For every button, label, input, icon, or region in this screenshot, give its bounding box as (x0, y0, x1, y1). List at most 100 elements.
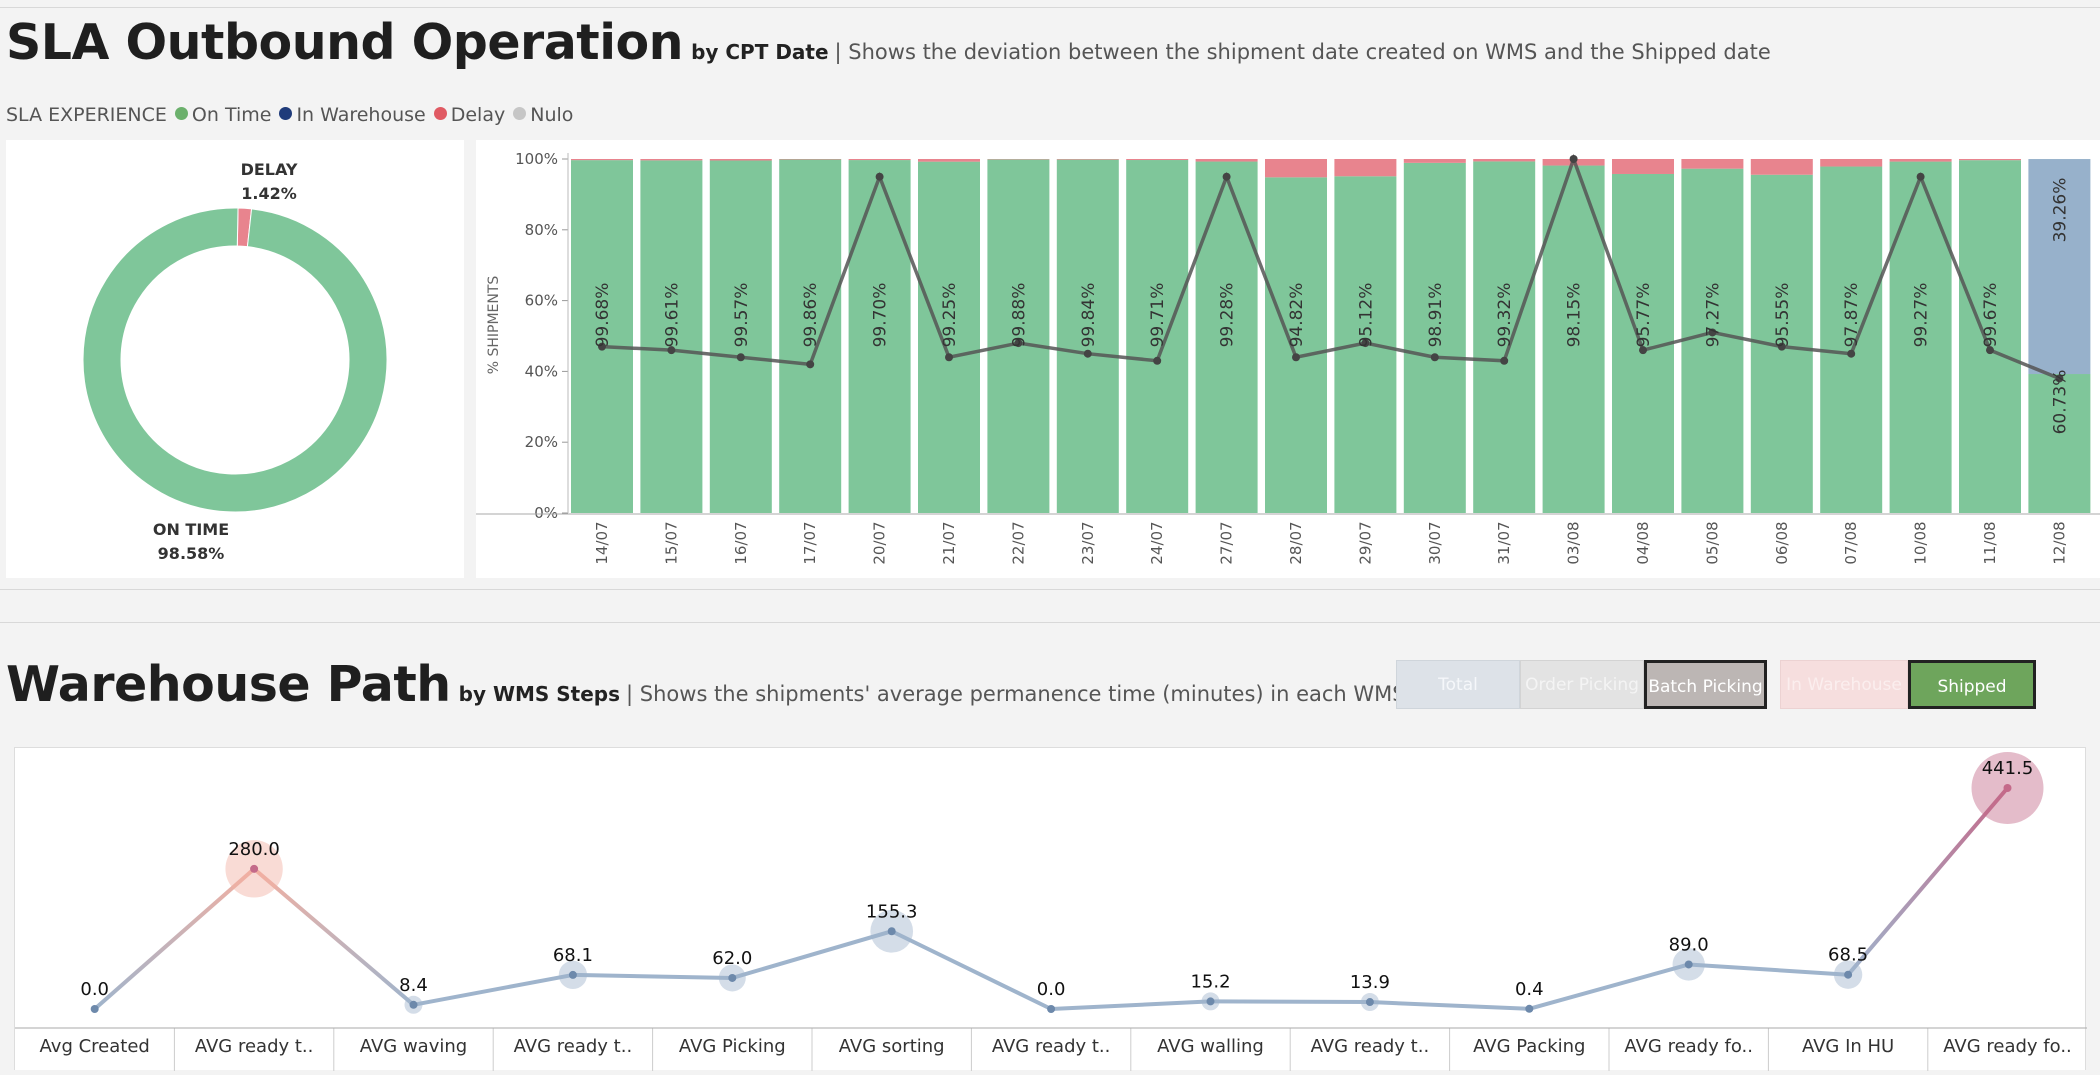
bar-segment-delay[interactable] (1404, 159, 1466, 163)
trend-point[interactable] (1292, 353, 1300, 361)
bar-segment-delay[interactable] (640, 159, 702, 160)
y-tick-label: 0% (534, 504, 558, 522)
x-tick-label: 29/07 (1356, 521, 1374, 564)
x-tick-label: 07/08 (1842, 521, 1860, 564)
warehouse-path-chart: 0.0280.08.468.162.0155.30.015.213.90.489… (15, 748, 2087, 1071)
bar-segment-delay[interactable] (571, 159, 633, 160)
bar-segment-delay[interactable] (1612, 159, 1674, 174)
bar-segment-delay[interactable] (1057, 159, 1119, 160)
filter-order-picking[interactable]: Order Picking (1520, 660, 1644, 709)
x-tick-label: 04/08 (1634, 521, 1652, 564)
section-sla-title-row: SLA Outbound Operationby CPT Date| Shows… (6, 14, 1771, 71)
legend-item-in-warehouse[interactable]: In Warehouse (296, 104, 425, 126)
trend-point[interactable] (1084, 350, 1092, 358)
legend-item-on-time[interactable]: On Time (192, 104, 272, 126)
x-tick-label: 06/08 (1773, 521, 1791, 564)
path-segment (254, 869, 413, 1005)
bar-value-label: 99.27% (1912, 283, 1932, 348)
x-tick-label: 03/08 (1565, 521, 1583, 564)
trend-point[interactable] (1500, 357, 1508, 365)
filter-shipped[interactable]: Shipped (1908, 660, 2036, 709)
bar-segment-delay[interactable] (710, 159, 772, 161)
y-tick-label: 80% (525, 221, 558, 239)
stacked-bar-chart: 0%20%40%60%80%100% 99.68%99.61%99.57%99.… (476, 140, 2100, 578)
trend-point[interactable] (1223, 173, 1231, 181)
step-point[interactable] (728, 974, 736, 982)
bar-value-label: 99.25% (940, 283, 960, 348)
x-tick-label: 14/07 (593, 521, 611, 564)
step-point[interactable] (569, 971, 577, 979)
bar-value-label: 95.77% (1634, 283, 1654, 348)
section2-by-label: by WMS Steps (459, 682, 620, 706)
trend-point[interactable] (737, 353, 745, 361)
bar-segment-delay[interactable] (849, 159, 911, 160)
filter-batch-picking[interactable]: Batch Picking (1644, 660, 1767, 709)
bar-y-axis-title: % SHIPMENTS (486, 276, 502, 375)
bar-value-label: 95.55% (1773, 283, 1793, 348)
step-point[interactable] (1366, 998, 1374, 1006)
step-value-label: 8.4 (399, 975, 428, 996)
section-divider-1 (0, 589, 2100, 590)
step-point[interactable] (1047, 1005, 1055, 1013)
donut-value-on-time: 98.58% (158, 544, 225, 563)
legend-item-nulo[interactable]: Nulo (530, 104, 573, 126)
step-point[interactable] (888, 927, 896, 935)
step-point[interactable] (1525, 1005, 1533, 1013)
title-subtitle: | Shows the deviation between the shipme… (835, 40, 1771, 64)
step-point[interactable] (2004, 784, 2012, 792)
step-value-label: 280.0 (228, 839, 280, 860)
section-divider-2 (0, 622, 2100, 623)
bar-segment-delay[interactable] (1959, 159, 2021, 160)
step-point[interactable] (1207, 997, 1215, 1005)
path-segment (1848, 788, 2007, 975)
x-tick-label: 27/07 (1218, 521, 1236, 564)
path-segment (892, 931, 1051, 1009)
step-category-label: AVG ready t.. (992, 1036, 1111, 1057)
x-tick-label: 17/07 (801, 521, 819, 564)
bar-segment-delay[interactable] (1751, 159, 1813, 175)
step-category-label: AVG ready t.. (195, 1036, 314, 1057)
bar-value-label: 99.61% (662, 283, 682, 348)
legend-dot-nulo (513, 107, 526, 120)
trend-point[interactable] (1570, 155, 1578, 163)
bar-segment-delay[interactable] (1196, 159, 1258, 162)
filter-total[interactable]: Total (1396, 660, 1520, 709)
x-tick-label: 15/07 (662, 521, 680, 564)
trend-point[interactable] (1431, 353, 1439, 361)
x-tick-label: 12/08 (2050, 521, 2068, 564)
path-segment (414, 975, 573, 1005)
step-value-label: 68.5 (1828, 945, 1868, 966)
trend-point[interactable] (1153, 357, 1161, 365)
filter-in-warehouse[interactable]: In Warehouse (1780, 660, 1908, 709)
step-point[interactable] (410, 1001, 418, 1009)
step-category-label: AVG Packing (1473, 1036, 1585, 1057)
bar-value-label: 99.67% (1981, 283, 2001, 348)
step-value-label: 0.4 (1515, 979, 1544, 1000)
legend-label: SLA EXPERIENCE (6, 104, 167, 126)
path-segment (573, 975, 732, 978)
bar-segment-delay[interactable] (1265, 159, 1327, 177)
bar-panel: 0%20%40%60%80%100% 99.68%99.61%99.57%99.… (476, 140, 2100, 578)
donut-slice-on-time[interactable] (83, 208, 387, 512)
trend-point[interactable] (945, 353, 953, 361)
bar-segment-delay[interactable] (918, 159, 980, 162)
section-title-warehouse-path: Warehouse Path (6, 656, 451, 713)
legend-item-delay[interactable]: Delay (451, 104, 506, 126)
step-point[interactable] (1844, 971, 1852, 979)
donut-label-on-time: ON TIME (153, 520, 229, 539)
trend-point[interactable] (876, 173, 884, 181)
y-tick-label: 20% (525, 433, 558, 451)
step-point[interactable] (91, 1005, 99, 1013)
step-point[interactable] (250, 865, 258, 873)
trend-point[interactable] (1917, 173, 1925, 181)
bar-segment-delay[interactable] (1334, 159, 1396, 176)
trend-point[interactable] (1847, 350, 1855, 358)
trend-point[interactable] (806, 360, 814, 368)
bar-segment-delay[interactable] (1890, 159, 1952, 162)
bar-segment-delay[interactable] (1126, 159, 1188, 160)
bar-segment-delay[interactable] (1681, 159, 1743, 169)
bar-segment-delay[interactable] (1473, 159, 1535, 161)
bar-segment-delay[interactable] (1820, 159, 1882, 167)
step-point[interactable] (1685, 960, 1693, 968)
x-tick-label: 10/08 (1912, 521, 1930, 564)
